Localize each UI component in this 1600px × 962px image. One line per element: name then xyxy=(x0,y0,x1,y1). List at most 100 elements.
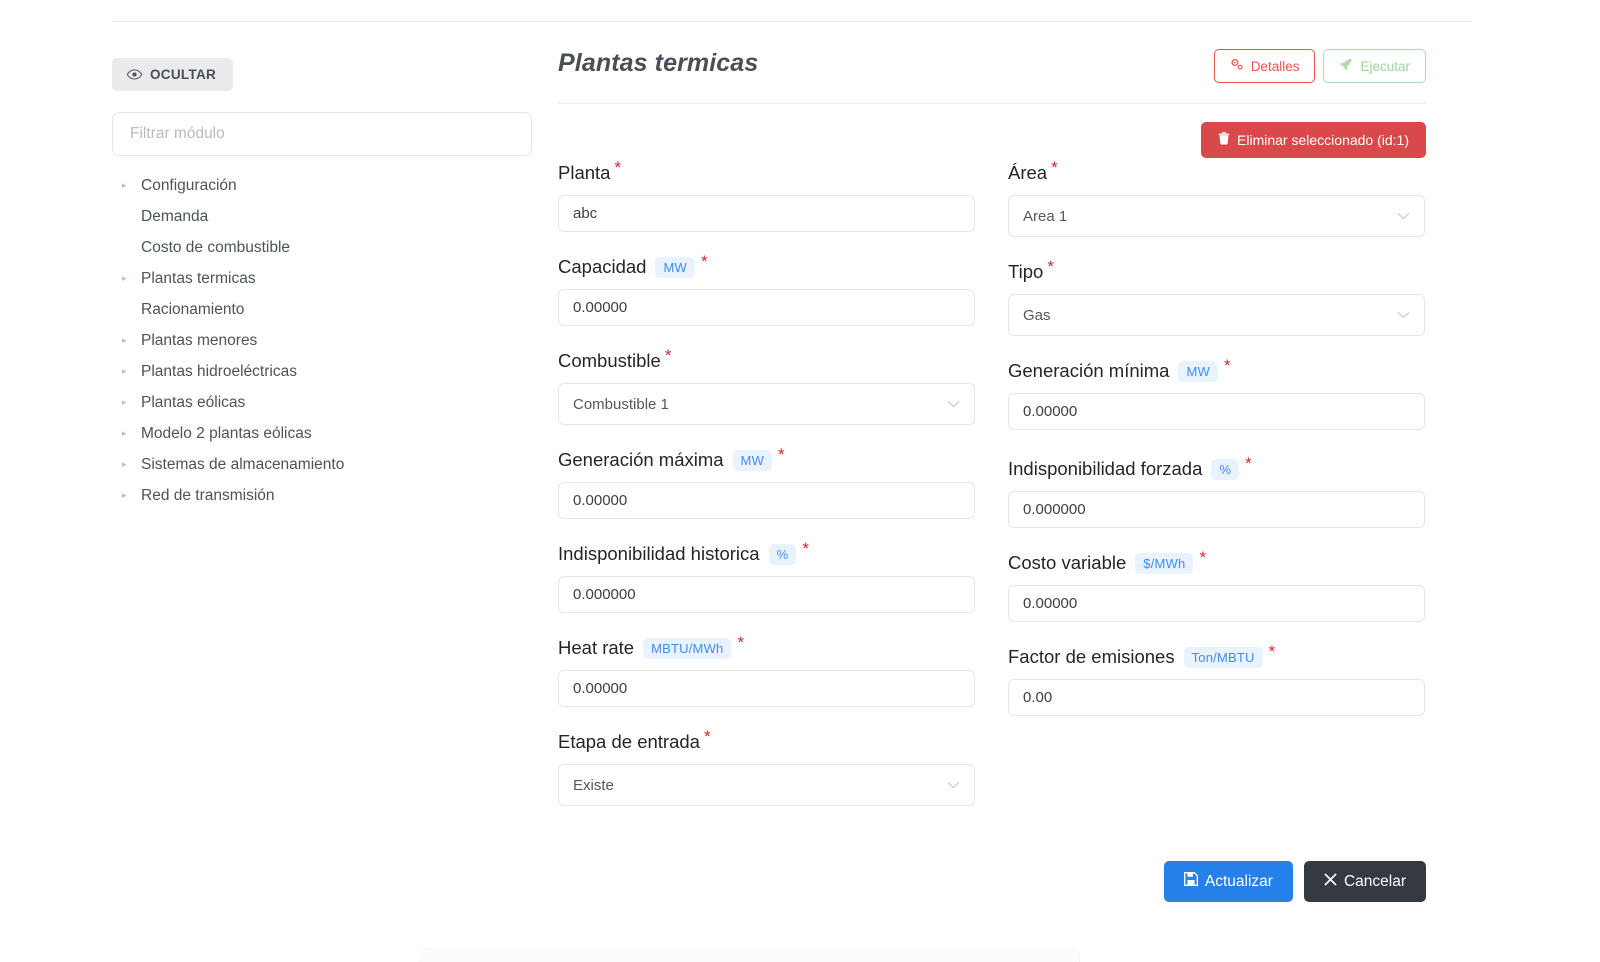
required-asterisk: * xyxy=(802,539,809,558)
required-asterisk: * xyxy=(614,158,622,177)
field-combustible: Combustible * Combustible 1 xyxy=(558,346,975,425)
chevron-right-icon[interactable]: ▸ xyxy=(122,181,139,190)
form-column-left: Planta * abc Capacidad MW * 0.00000 Comb… xyxy=(558,158,975,806)
unit-badge: MW xyxy=(655,256,695,278)
field-label-text: Etapa de entrada xyxy=(558,731,700,752)
chevron-right-icon[interactable]: ▸ xyxy=(122,398,139,407)
sidebar-item-label: Plantas termicas xyxy=(141,269,256,287)
chevron-down-icon[interactable] xyxy=(1397,212,1410,220)
unit-badge: MBTU/MWh xyxy=(643,637,732,659)
heat-rate-input[interactable]: 0.00000 xyxy=(558,670,975,707)
planta-value: abc xyxy=(573,205,598,222)
sidebar-item-plantas-hidroelectricas[interactable]: ▸ Plantas hidroeléctricas xyxy=(112,356,532,387)
sidebar-item-plantas-termicas[interactable]: ▸ Plantas termicas xyxy=(112,263,532,294)
field-label-text: Tipo xyxy=(1008,261,1044,282)
sidebar-item-label: Demanda xyxy=(141,207,209,225)
area-select[interactable]: Area 1 xyxy=(1008,195,1425,237)
generacion-maxima-input[interactable]: 0.00000 xyxy=(558,482,975,519)
module-tree: ▸ Configuración ▸ Demanda ▸ Costo de com… xyxy=(112,170,532,511)
sidebar-item-plantas-eolicas[interactable]: ▸ Plantas eólicas xyxy=(112,387,532,418)
sidebar-item-red-de-transmision[interactable]: ▸ Red de transmisión xyxy=(112,480,532,511)
field-indisponibilidad-forzada: Indisponibilidad forzada % * 0.000000 xyxy=(1008,455,1425,528)
sidebar-item-demanda[interactable]: ▸ Demanda xyxy=(112,201,532,232)
chevron-right-icon[interactable]: ▸ xyxy=(122,336,139,345)
costo-variable-input[interactable]: 0.00000 xyxy=(1008,585,1425,622)
etapa-de-entrada-select[interactable]: Existe xyxy=(558,764,975,806)
chevron-right-icon[interactable]: ▸ xyxy=(122,460,139,469)
hide-sidebar-button[interactable]: OCULTAR xyxy=(112,58,234,91)
header-actions: Detalles Ejecutar xyxy=(1213,49,1426,83)
close-icon xyxy=(1324,872,1337,891)
sidebar-item-label: Racionamiento xyxy=(141,300,245,318)
field-heat-rate: Heat rate MBTU/MWh * 0.00000 xyxy=(558,634,975,707)
chevron-right-icon[interactable]: ▸ xyxy=(122,367,139,376)
field-label: Generación máxima MW * xyxy=(558,445,975,473)
required-asterisk: * xyxy=(1268,642,1276,661)
details-button[interactable]: Detalles xyxy=(1213,49,1316,83)
module-filter-input[interactable] xyxy=(112,112,532,156)
field-indisponibilidad-historica: Indisponibilidad historica % * 0.000000 xyxy=(558,539,975,613)
delete-row: Eliminar seleccionado (id:1) xyxy=(1201,122,1426,158)
unit-badge: MW xyxy=(732,449,773,471)
field-label: Planta * xyxy=(558,158,975,186)
run-label: Ejecutar xyxy=(1360,58,1410,74)
main-header: Plantas termicas Detalles Ejecutar xyxy=(558,46,1426,104)
unit-badge: % xyxy=(1211,458,1240,480)
chevron-right-icon[interactable]: ▸ xyxy=(122,491,139,500)
field-label-text: Capacidad xyxy=(558,256,647,277)
sidebar-item-plantas-menores[interactable]: ▸ Plantas menores xyxy=(112,325,532,356)
field-tipo: Tipo * Gas xyxy=(1008,258,1425,336)
required-asterisk: * xyxy=(703,727,711,746)
eye-icon xyxy=(127,69,142,80)
delete-selected-label: Eliminar seleccionado (id:1) xyxy=(1237,132,1409,148)
field-label-text: Generación mínima xyxy=(1008,360,1170,381)
chevron-right-icon[interactable]: ▸ xyxy=(122,429,139,438)
form-footer-actions: Actualizar Cancelar xyxy=(558,861,1426,902)
indisponibilidad-forzada-input[interactable]: 0.000000 xyxy=(1008,491,1425,528)
bottom-panel-edge xyxy=(420,948,1080,962)
field-area: Área * Area 1 xyxy=(1008,159,1425,237)
field-label: Costo variable $/MWh * xyxy=(1008,549,1425,576)
field-label-text: Indisponibilidad historica xyxy=(558,543,760,564)
combustible-select[interactable]: Combustible 1 xyxy=(558,383,975,425)
sidebar-item-configuracion[interactable]: ▸ Configuración xyxy=(112,170,532,201)
unit-badge: MW xyxy=(1178,360,1218,382)
required-asterisk: * xyxy=(778,445,785,464)
field-label-text: Generación máxima xyxy=(558,449,724,470)
sidebar-item-racionamiento[interactable]: ▸ Racionamiento xyxy=(112,294,532,325)
etapa-de-entrada-value: Existe xyxy=(573,776,614,794)
field-label-text: Planta xyxy=(558,162,611,183)
chevron-right-icon[interactable]: ▸ xyxy=(122,274,139,283)
field-label-text: Heat rate xyxy=(558,637,635,658)
chevron-down-icon[interactable] xyxy=(947,400,960,408)
hide-sidebar-label: OCULTAR xyxy=(150,67,217,82)
sidebar-item-costo-de-combustible[interactable]: ▸ Costo de combustible xyxy=(112,232,532,263)
header-divider xyxy=(558,103,1426,104)
update-button[interactable]: Actualizar xyxy=(1163,861,1293,902)
sidebar-item-sistemas-de-almacenamiento[interactable]: ▸ Sistemas de almacenamiento xyxy=(112,449,532,480)
chevron-down-icon[interactable] xyxy=(947,781,960,789)
tipo-select[interactable]: Gas xyxy=(1008,294,1425,336)
combustible-value: Combustible 1 xyxy=(573,395,669,413)
unit-badge: % xyxy=(768,543,797,565)
sidebar-item-label: Costo de combustible xyxy=(141,238,291,256)
field-label-text: Área xyxy=(1008,162,1048,183)
indisponibilidad-historica-input[interactable]: 0.000000 xyxy=(558,576,975,613)
factor-de-emisiones-input[interactable]: 0.00 xyxy=(1008,679,1425,716)
generacion-minima-input[interactable]: 0.00000 xyxy=(1008,393,1425,430)
indisponibilidad-forzada-value: 0.000000 xyxy=(1023,501,1086,518)
field-capacidad: Capacidad MW * 0.00000 xyxy=(558,253,975,326)
field-label: Generación mínima MW * xyxy=(1008,357,1425,384)
capacidad-input[interactable]: 0.00000 xyxy=(558,289,975,326)
sidebar-item-label: Plantas menores xyxy=(141,331,258,349)
run-button[interactable]: Ejecutar xyxy=(1323,49,1426,83)
field-etapa-de-entrada: Etapa de entrada * Existe xyxy=(558,727,975,806)
field-label: Capacidad MW * xyxy=(558,253,975,280)
sidebar-item-modelo-2-plantas-eolicas[interactable]: ▸ Modelo 2 plantas eólicas xyxy=(112,418,532,449)
cancel-button[interactable]: Cancelar xyxy=(1303,861,1426,902)
planta-input[interactable]: abc xyxy=(558,195,975,232)
delete-selected-button[interactable]: Eliminar seleccionado (id:1) xyxy=(1201,122,1426,158)
chevron-down-icon[interactable] xyxy=(1397,311,1410,319)
cogs-icon xyxy=(1230,58,1244,74)
required-asterisk: * xyxy=(664,346,672,365)
